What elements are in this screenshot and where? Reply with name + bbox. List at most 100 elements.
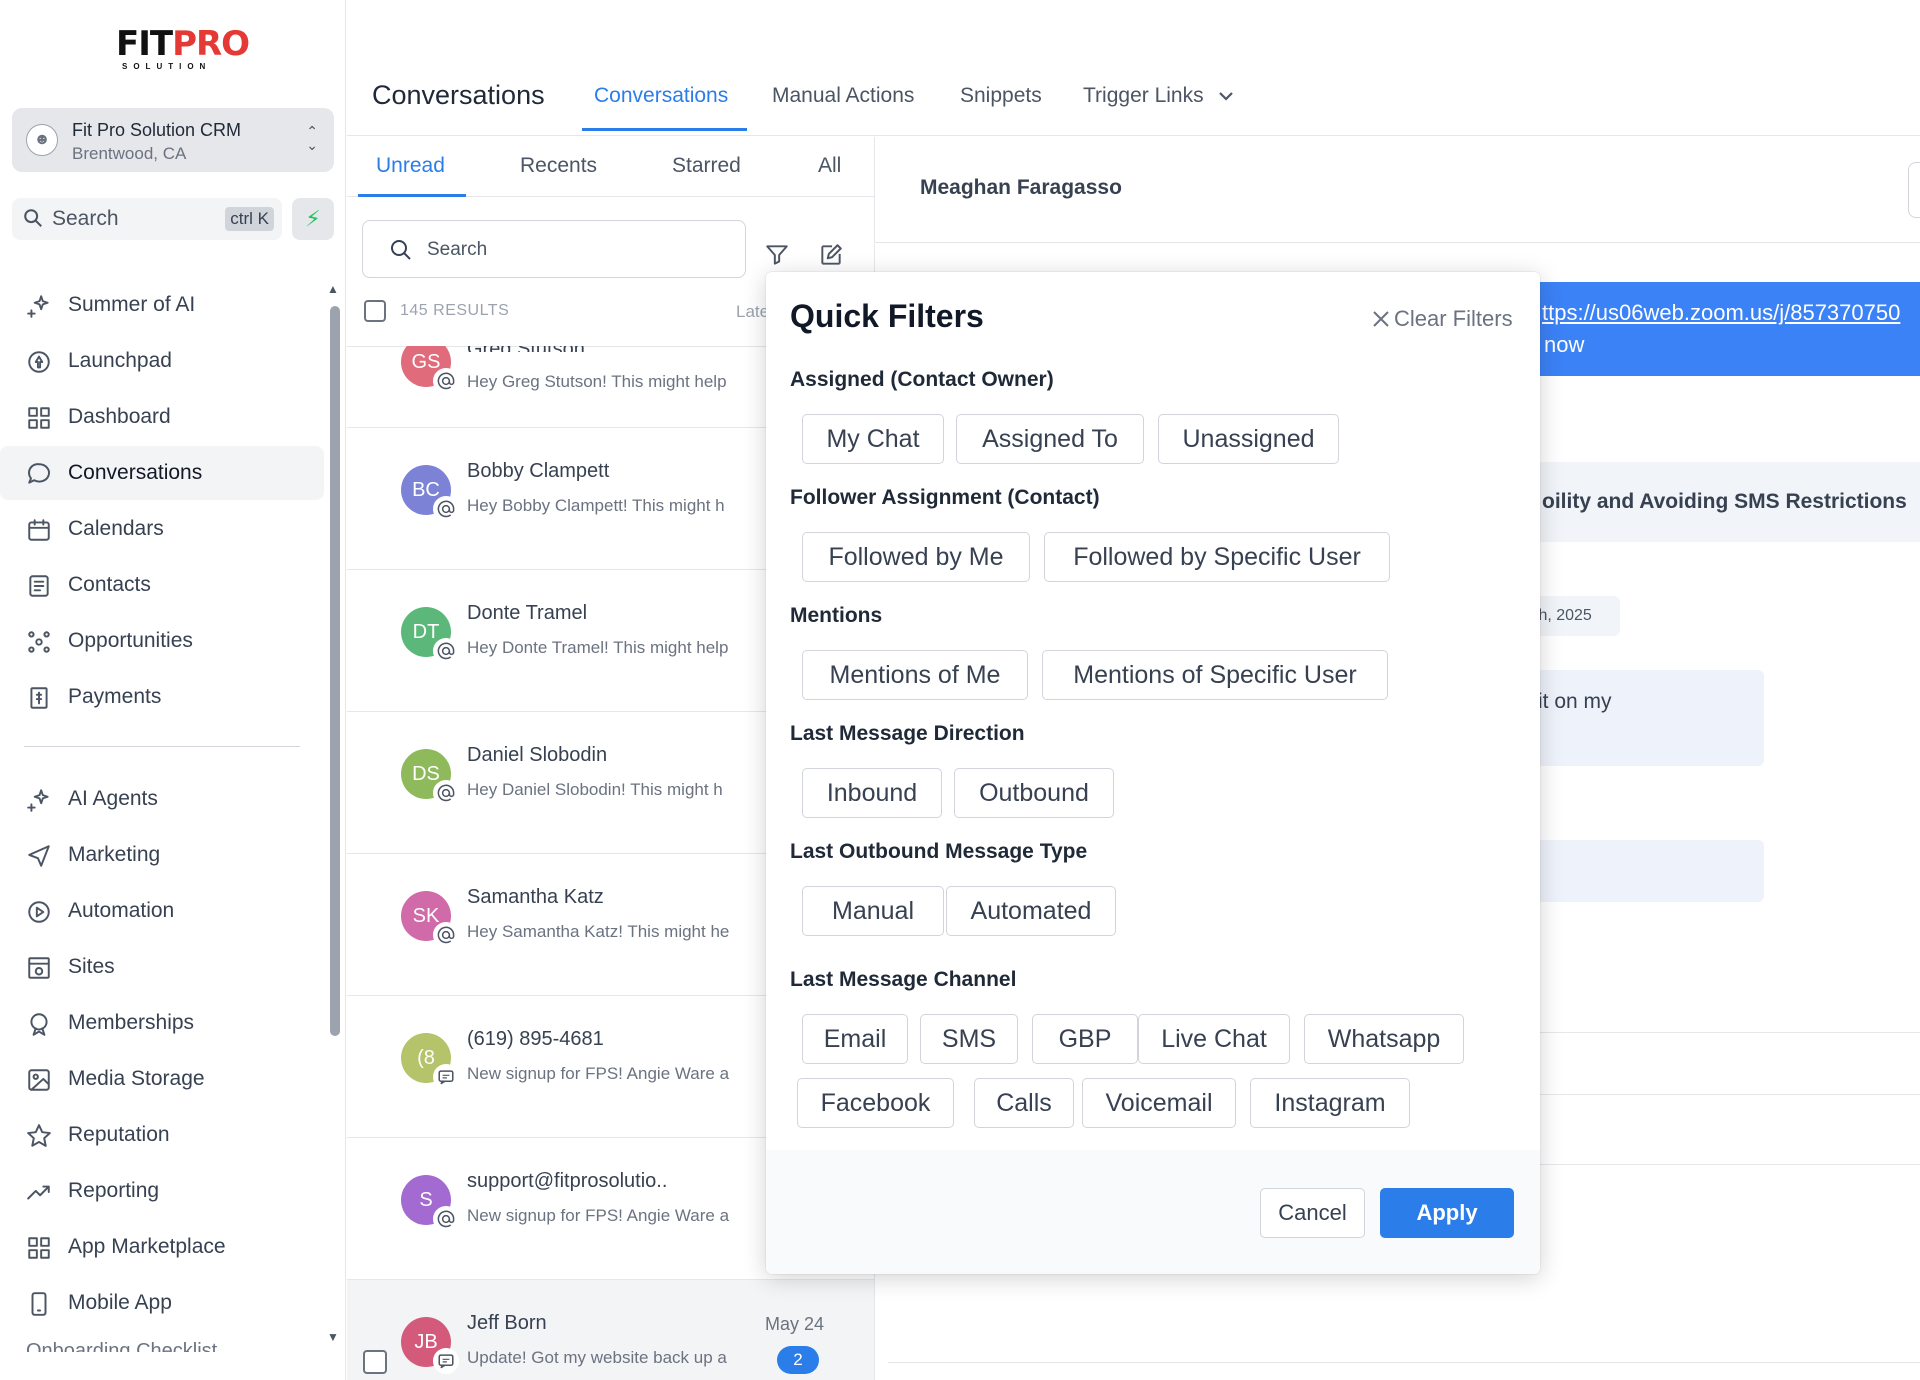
sidebar-item-label: Dashboard (68, 405, 171, 428)
filter-chip-live-chat[interactable]: Live Chat (1138, 1014, 1290, 1064)
list-tab-starred[interactable]: Starred (672, 154, 741, 178)
tab-trigger-links[interactable]: Trigger Links (1083, 84, 1235, 108)
account-switcher[interactable]: ☻ Fit Pro Solution CRM Brentwood, CA ⌃ ⌄ (12, 108, 334, 172)
apply-button[interactable]: Apply (1380, 1188, 1514, 1238)
grid-icon (28, 1237, 50, 1259)
tab-snippets[interactable]: Snippets (960, 84, 1042, 108)
sidebar-item-label: Sites (68, 955, 115, 978)
quick-action-bolt-icon[interactable]: ⚡ (292, 198, 334, 240)
sidebar-item-automation[interactable]: Automation (0, 884, 324, 938)
filter-chip-email[interactable]: Email (802, 1014, 908, 1064)
chevron-down-icon (1219, 92, 1234, 102)
sidebar-item-dashboard[interactable]: Dashboard (0, 390, 324, 444)
tab-conversations[interactable]: Conversations (594, 84, 728, 108)
calendar-icon (28, 519, 50, 541)
divider (1530, 1032, 1920, 1033)
contact-name: Jeff Born (467, 1312, 547, 1334)
filter-chip-outbound[interactable]: Outbound (954, 768, 1114, 818)
conversation-row[interactable]: JB Jeff Born Update! Got my website back u… (347, 1280, 874, 1380)
sidebar-item-marketing[interactable]: Marketing (0, 828, 324, 882)
filter-chip-voicemail[interactable]: Voicemail (1082, 1078, 1236, 1128)
sidebar-item-launchpad[interactable]: Launchpad (0, 334, 324, 388)
contact-name: support@fitprosolutio.. (467, 1170, 668, 1192)
scroll-down-arrow-icon[interactable]: ▼ (327, 1330, 339, 1344)
list-tab-unread[interactable]: Unread (376, 154, 445, 178)
rocket-icon (28, 351, 50, 373)
sidebar-item-calendars[interactable]: Calendars (0, 502, 324, 556)
filter-chip-instagram[interactable]: Instagram (1250, 1078, 1410, 1128)
row-checkbox[interactable] (363, 1350, 387, 1374)
sidebar-item-onboarding-partial[interactable]: Onboarding Checklist (26, 1340, 296, 1352)
sidebar-item-summer-of-ai[interactable]: Summer of AI (0, 278, 324, 332)
sidebar-item-mobile-app[interactable]: Mobile App (0, 1276, 324, 1330)
filter-chip-whatsapp[interactable]: Whatsapp (1304, 1014, 1464, 1064)
message-preview: Hey Samantha Katz! This might he (467, 922, 730, 941)
sparkle-icon (27, 295, 49, 318)
filter-section-label: Last Message Direction (790, 722, 1025, 745)
contacts-icon (29, 575, 49, 597)
sidebar-item-reporting[interactable]: Reporting (0, 1164, 324, 1218)
contact-name[interactable]: Meaghan Faragasso (920, 176, 1122, 200)
scroll-up-arrow-icon[interactable]: ▲ (327, 282, 339, 296)
clear-filters-button[interactable]: Clear Filters (1372, 306, 1513, 332)
sidebar-item-memberships[interactable]: Memberships (0, 996, 324, 1050)
conversation-search-input[interactable]: Search (362, 220, 746, 278)
contact-name: (619) 895-4681 (467, 1028, 604, 1050)
sidebar-item-conversations[interactable]: Conversations (0, 446, 324, 500)
sidebar-item-reputation[interactable]: Reputation (0, 1108, 324, 1162)
zoom-link[interactable]: ttps://us06web.zoom.us/j/857370750 (1542, 300, 1900, 326)
filter-chip-automated[interactable]: Automated (946, 886, 1116, 936)
filter-chip-mentions-of-specific-user[interactable]: Mentions of Specific User (1042, 650, 1388, 700)
sidebar-scrollbar[interactable] (330, 306, 340, 1036)
filter-chip-followed-by-me[interactable]: Followed by Me (802, 532, 1030, 582)
filter-chip-facebook[interactable]: Facebook (797, 1078, 954, 1128)
sidebar-search-label: Search (52, 207, 119, 230)
results-count: 145 RESULTS (400, 302, 510, 319)
inbound-message-bubble: it on my (1530, 670, 1764, 766)
contact-name: Samantha Katz (467, 886, 604, 908)
payments-icon (30, 687, 48, 709)
filter-chip-assigned-to[interactable]: Assigned To (956, 414, 1144, 464)
list-tab-recents[interactable]: Recents (520, 154, 597, 178)
cancel-button[interactable]: Cancel (1260, 1188, 1365, 1238)
sidebar-item-app-marketplace[interactable]: App Marketplace (0, 1220, 324, 1274)
date-text: th, 2025 (1534, 607, 1592, 624)
sidebar-item-label: Reporting (68, 1179, 160, 1202)
tab-manual-actions[interactable]: Manual Actions (772, 84, 914, 108)
sidebar-item-opportunities[interactable]: Opportunities (0, 614, 324, 668)
filter-chip-calls[interactable]: Calls (974, 1078, 1074, 1128)
filter-chip-unassigned[interactable]: Unassigned (1158, 414, 1339, 464)
mention-icon (433, 368, 459, 394)
sidebar-item-label: Calendars (68, 517, 164, 540)
select-all-checkbox[interactable] (364, 300, 386, 322)
filter-icon[interactable] (764, 242, 790, 268)
header-action-button[interactable] (1908, 162, 1920, 218)
sidebar-item-sites[interactable]: Sites (0, 940, 324, 994)
sidebar-item-label: Memberships (68, 1011, 195, 1034)
sidebar-item-ai-agents[interactable]: AI Agents (0, 772, 324, 826)
sidebar-search[interactable]: Search ctrl K (12, 198, 282, 240)
mention-icon (433, 922, 459, 948)
fitpro-logo[interactable]: FITPRO SOLUTION (116, 26, 250, 74)
send-icon (28, 845, 50, 867)
unread-count-badge: 2 (777, 1346, 819, 1374)
message-preview: New signup for FPS! Angie Ware a (467, 1206, 730, 1225)
sidebar-item-contacts[interactable]: Contacts (0, 558, 324, 612)
message-date: May 24 (765, 1314, 825, 1334)
filter-chip-inbound[interactable]: Inbound (802, 768, 942, 818)
filter-chip-mentions-of-me[interactable]: Mentions of Me (802, 650, 1028, 700)
sidebar: FITPRO SOLUTION ☻ Fit Pro Solution CRM B… (0, 0, 346, 1380)
page-title: Conversations (372, 80, 545, 110)
sidebar-item-label: Media Storage (68, 1067, 205, 1090)
sidebar-item-payments[interactable]: Payments (0, 670, 324, 724)
filter-chip-my-chat[interactable]: My Chat (802, 414, 944, 464)
filter-chip-followed-by-specific-user[interactable]: Followed by Specific User (1044, 532, 1390, 582)
divider (1530, 1164, 1920, 1165)
list-tab-all[interactable]: All (818, 154, 841, 178)
sidebar-item-media-storage[interactable]: Media Storage (0, 1052, 324, 1106)
email-subject-bar[interactable]: oility and Avoiding SMS Restrictions (1530, 462, 1920, 542)
filter-chip-manual[interactable]: Manual (802, 886, 944, 936)
compose-icon[interactable] (818, 242, 844, 268)
filter-chip-sms[interactable]: SMS (920, 1014, 1018, 1064)
filter-chip-gbp[interactable]: GBP (1032, 1014, 1138, 1064)
